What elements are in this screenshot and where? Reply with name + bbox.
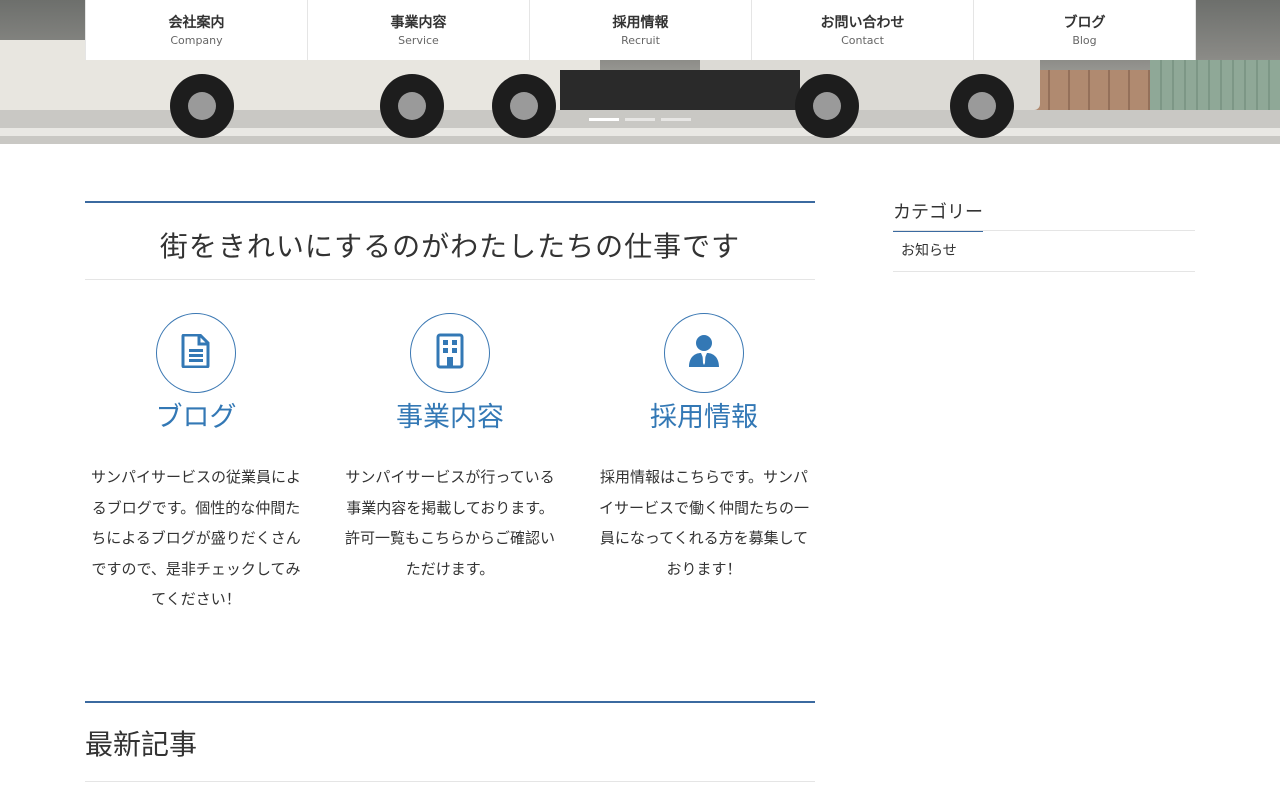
hero-photo-wheel: [950, 74, 1014, 138]
nav-item-company[interactable]: 会社案内 Company: [86, 0, 308, 60]
main-content: 街をきれいにするのがわたしたちの仕事です ブログ サンパイサービスの従業員による…: [85, 201, 815, 782]
slider-dot-3[interactable]: [661, 118, 691, 121]
building-icon: [436, 333, 464, 373]
feature-description: 採用情報はこちらです。サンパイサービスで働く仲間たちの一員になってくれる方を募集…: [598, 468, 809, 578]
nav-item-recruit[interactable]: 採用情報 Recruit: [530, 0, 752, 60]
sidebar: カテゴリー お知らせ: [893, 198, 1195, 272]
nav-label: 会社案内: [168, 15, 225, 31]
feature-title[interactable]: 事業内容: [339, 395, 561, 434]
category-item[interactable]: お知らせ: [893, 231, 1195, 272]
nav-sublabel: Company: [170, 34, 223, 47]
nav-sublabel: Blog: [1072, 34, 1097, 47]
feature-description: サンパイサービスが行っている事業内容を掲載しております。許可一覧もこちらからご確…: [344, 468, 555, 578]
feature-blog: ブログ サンパイサービスの従業員によるブログです。個性的な仲間たちによるブログが…: [85, 313, 307, 615]
feature-icon-button[interactable]: [156, 313, 236, 393]
nav-label: 採用情報: [612, 15, 669, 31]
sidebar-heading: カテゴリー: [893, 198, 983, 232]
category-list: お知らせ: [893, 231, 1195, 272]
hero-photo-wheel: [380, 74, 444, 138]
feature-description: サンパイサービスの従業員によるブログです。個性的な仲間たちによるブログが盛りだく…: [90, 468, 301, 608]
page-title-box: 街をきれいにするのがわたしたちの仕事です: [85, 201, 815, 280]
person-icon: [688, 334, 720, 372]
nav-item-service[interactable]: 事業内容 Service: [308, 0, 530, 60]
feature-title[interactable]: ブログ: [85, 395, 307, 434]
feature-service: 事業内容 サンパイサービスが行っている事業内容を掲載しております。許可一覧もこち…: [339, 313, 561, 584]
hero-photo-wheel: [170, 74, 234, 138]
hero-photo-wheel: [795, 74, 859, 138]
nav-label: 事業内容: [390, 15, 447, 31]
nav-sublabel: Service: [398, 34, 439, 47]
hero-photo-chassis: [560, 70, 800, 110]
recent-posts-title: 最新記事: [85, 728, 198, 761]
nav-item-contact[interactable]: お問い合わせ Contact: [752, 0, 974, 60]
nav-label: お問い合わせ: [820, 15, 905, 31]
slider-dot-1[interactable]: [589, 118, 619, 121]
slider-pagination: [589, 118, 691, 121]
hero-photo-wheel: [492, 74, 556, 138]
nav-sublabel: Contact: [841, 34, 884, 47]
feature-icon-button[interactable]: [664, 313, 744, 393]
slider-dot-2[interactable]: [625, 118, 655, 121]
sidebar-heading-box: カテゴリー: [893, 198, 1195, 232]
nav-item-blog[interactable]: ブログ Blog: [974, 0, 1196, 60]
feature-icon-button[interactable]: [410, 313, 490, 393]
nav-sublabel: Recruit: [621, 34, 660, 47]
page-title: 街をきれいにするのがわたしたちの仕事です: [159, 230, 741, 263]
feature-list: ブログ サンパイサービスの従業員によるブログです。個性的な仲間たちによるブログが…: [85, 313, 815, 613]
global-nav: 会社案内 Company 事業内容 Service 採用情報 Recruit お…: [85, 0, 1196, 60]
feature-recruit: 採用情報 採用情報はこちらです。サンパイサービスで働く仲間たちの一員になってくれ…: [593, 313, 815, 584]
nav-label: ブログ: [1063, 15, 1106, 31]
feature-title[interactable]: 採用情報: [593, 395, 815, 434]
document-icon: [181, 333, 211, 372]
recent-posts-header: 最新記事: [85, 701, 815, 782]
